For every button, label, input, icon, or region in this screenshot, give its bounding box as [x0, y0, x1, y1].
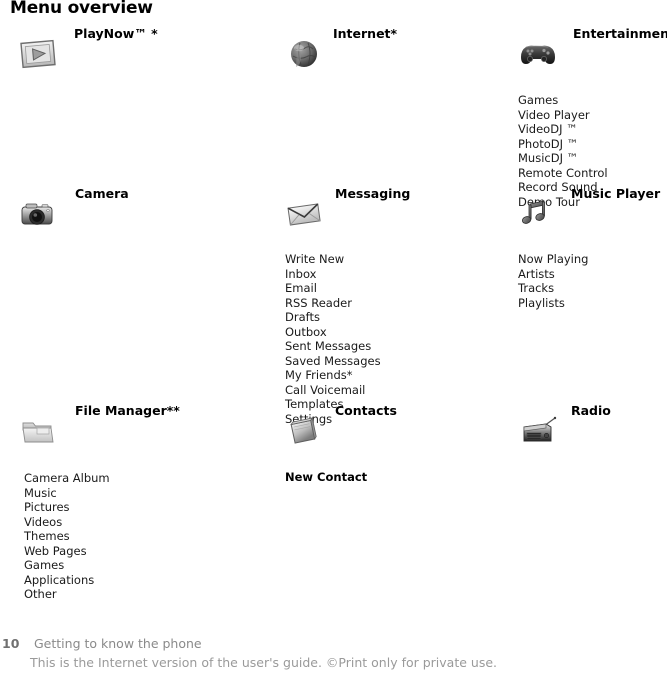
group-header: File Manager** [18, 403, 180, 449]
group-title-messaging: Messaging [335, 186, 411, 201]
footer-copyright-notice: This is the Internet version of the user… [30, 655, 497, 670]
manual-page: Menu overview PlayNow™ * Internet* Enter… [0, 0, 667, 673]
list-item: Videos [24, 514, 63, 529]
list-item: Tracks [518, 281, 555, 296]
list-item: VideoDJ ™ [518, 122, 578, 137]
footer-page-number: 10 [2, 636, 20, 651]
menu-group-entertainment: Entertainment Games Video Player VideoDJ… [518, 26, 667, 209]
group-title-camera: Camera [75, 186, 129, 201]
list-item: Write New [285, 252, 345, 266]
list-item: Other [24, 587, 57, 602]
envelope-icon [285, 197, 325, 231]
group-title-file-manager: File Manager** [75, 403, 180, 418]
group-title-music-player: Music Player [571, 186, 661, 201]
group-header: Contacts [285, 403, 397, 449]
list-item: Pictures [24, 500, 70, 515]
list-item: Video Player [518, 107, 590, 122]
group-title-contacts: Contacts [335, 403, 397, 418]
folder-icon [18, 414, 58, 448]
footer-section-title: Getting to know the phone [34, 636, 202, 651]
list-item: Themes [24, 529, 70, 544]
list-item: New Contact [285, 470, 368, 484]
menu-group-file-manager: File Manager** Camera Album Music Pictur… [18, 403, 180, 602]
menu-group-music-player: Music Player Now Playing Artists Tracks … [518, 186, 660, 310]
list-item: Games [24, 558, 65, 573]
group-header: Entertainment [518, 26, 667, 72]
list-item: Sent Messages [285, 339, 372, 354]
list-item: Outbox [285, 324, 327, 339]
menu-group-messaging: Messaging Write New Inbox Email RSS Read… [285, 186, 410, 427]
list-item: My Friends* [285, 368, 353, 383]
group-title-radio: Radio [571, 403, 611, 418]
item-list-contacts: New Contact [285, 470, 367, 485]
list-item: Web Pages [24, 543, 87, 558]
camera-icon [18, 197, 58, 231]
group-header: Music Player [518, 186, 660, 232]
list-item: Drafts [285, 310, 320, 325]
list-item: MusicDJ ™ [518, 151, 579, 166]
list-item: Remote Control [518, 165, 608, 180]
list-item: Games [518, 93, 559, 107]
item-list-messaging: Write New Inbox Email RSS Reader Drafts … [285, 252, 381, 427]
list-item: RSS Reader [285, 295, 352, 310]
list-item: Now Playing [518, 252, 589, 266]
list-item: Music [24, 485, 57, 500]
group-title-entertainment: Entertainment [573, 26, 667, 41]
list-item: PhotoDJ ™ [518, 136, 579, 151]
group-title-internet: Internet* [333, 26, 398, 41]
list-item: Camera Album [24, 471, 110, 485]
menu-group-contacts: Contacts New Contact [285, 403, 397, 485]
list-item: Artists [518, 266, 555, 281]
list-item: Applications [24, 572, 95, 587]
address-book-icon [285, 414, 325, 448]
item-list-music-player: Now Playing Artists Tracks Playlists [518, 252, 588, 310]
page-footer: 10 Getting to know the phone This is the… [0, 636, 667, 673]
list-item: Inbox [285, 266, 317, 281]
globe-icon [285, 37, 325, 71]
group-title-playnow: PlayNow™ * [74, 26, 158, 41]
list-item: Email [285, 281, 317, 296]
music-note-icon [518, 197, 558, 231]
list-item: Playlists [518, 295, 565, 310]
list-item: Saved Messages [285, 353, 381, 368]
radio-icon [518, 414, 558, 448]
list-item: Call Voicemail [285, 382, 366, 397]
group-header: Messaging [285, 186, 410, 232]
page-title: Menu overview [10, 0, 153, 18]
item-list-file-manager: Camera Album Music Pictures Videos Theme… [24, 471, 110, 602]
gamepad-icon [518, 37, 558, 71]
play-media-icon [18, 37, 58, 71]
